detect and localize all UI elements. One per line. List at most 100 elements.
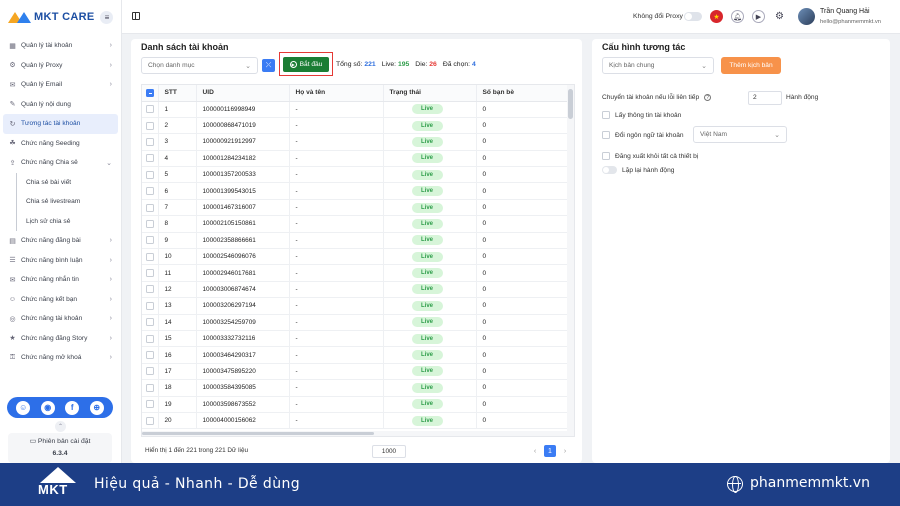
avatar[interactable] (798, 8, 815, 25)
row-select-cell[interactable] (142, 264, 159, 282)
table-row[interactable]: 8 100002105150861- Live 0 (142, 215, 569, 233)
sidebar-item-quan-ly-tai-khoan[interactable]: ▦ Quản lý tài khoản › (0, 36, 121, 56)
sidebar-item-tuong-tac-tai-khoan[interactable]: ↻ Tương tác tài khoản (3, 114, 118, 134)
row-select-cell[interactable] (142, 101, 159, 118)
select-all-checkbox[interactable] (146, 88, 154, 97)
table-row[interactable]: 4 100001284234182- Live 0 (142, 150, 569, 168)
col-uid[interactable]: UID (196, 85, 290, 102)
row-checkbox[interactable] (146, 154, 154, 163)
get-info-checkbox[interactable] (602, 111, 610, 119)
row-select-cell[interactable] (142, 150, 159, 168)
row-checkbox[interactable] (146, 187, 154, 196)
table-row[interactable]: 20 100004000156062- Live 0 (142, 412, 569, 430)
row-select-cell[interactable] (142, 396, 159, 413)
next-page-icon[interactable]: › (559, 445, 571, 457)
logout-checkbox[interactable] (602, 152, 610, 160)
gear-icon[interactable]: ⚙ (773, 10, 786, 23)
web-icon[interactable]: ⊕ (89, 400, 104, 415)
sidebar-item-quan-ly-proxy[interactable]: ⚙ Quản lý Proxy › (0, 56, 121, 76)
sidebar-item-chuc-nang-chia-se[interactable]: ⇪ Chức năng Chia sẻ ⌄ (0, 153, 121, 173)
submenu-item[interactable]: Lịch sử chia sẻ (17, 212, 121, 232)
table-row[interactable]: 16 100003464290317- Live 0 (142, 346, 569, 364)
table-row[interactable]: 10 100002546096076- Live 0 (142, 248, 569, 266)
table-row[interactable]: 18 100003584395085- Live 0 (142, 379, 569, 397)
row-checkbox[interactable] (146, 121, 154, 130)
menu-toggle-icon[interactable]: ≡ (100, 10, 114, 24)
col-name[interactable]: Họ và tên (289, 85, 384, 102)
table-row[interactable]: 7 100001467316007- Live 0 (142, 199, 569, 217)
table-row[interactable]: 17 100003475895220- Live 0 (142, 363, 569, 381)
table-row[interactable]: 1 100000116998949- Live 0 (142, 101, 569, 118)
prev-page-icon[interactable]: ‹ (529, 445, 541, 457)
row-checkbox[interactable] (146, 416, 154, 425)
sidebar-item-chuc-nang-nhan-tin[interactable]: ✉ Chức năng nhắn tin › (0, 270, 121, 290)
sidebar-item-chuc-nang-mo-khoa[interactable]: ⚿ Chức năng mở khoá › (0, 348, 121, 368)
row-checkbox[interactable] (146, 269, 154, 278)
table-row[interactable]: 9 100002358866661- Live 0 (142, 232, 569, 250)
row-checkbox[interactable] (146, 285, 154, 294)
row-select-cell[interactable] (142, 199, 159, 217)
sidebar-item-quan-ly-noi-dung[interactable]: ✎ Quản lý nội dung (0, 95, 121, 115)
table-row[interactable]: 13 100003206297194- Live 0 (142, 297, 569, 315)
table-row[interactable]: 15 100003332732116- Live 0 (142, 330, 569, 348)
row-select-cell[interactable] (142, 248, 159, 266)
submenu-item[interactable]: Chia sẻ bài viết (17, 173, 121, 193)
script-select[interactable]: Kịch bản chung ⌄ (602, 57, 714, 74)
row-select-cell[interactable] (142, 232, 159, 250)
sidebar-item-quan-ly-email[interactable]: ✉ Quản lý Email › (0, 75, 121, 95)
support-icon[interactable]: ☺ (16, 400, 31, 415)
vertical-scrollbar[interactable] (567, 85, 574, 436)
row-select-cell[interactable] (142, 346, 159, 364)
row-checkbox[interactable] (146, 318, 154, 327)
table-row[interactable]: 5 100001357200533- Live 0 (142, 166, 569, 184)
row-checkbox[interactable] (146, 252, 154, 261)
vertical-scroll-thumb[interactable] (568, 89, 573, 119)
table-row[interactable]: 12 100003006874674- Live 0 (142, 281, 569, 299)
collapse-up-icon[interactable]: ⌃ (55, 421, 66, 432)
error-count-input[interactable]: 2 (748, 91, 782, 105)
horizontal-scrollbar[interactable] (142, 431, 569, 436)
row-checkbox[interactable] (146, 301, 154, 310)
filter-button[interactable]: ⤫ (262, 59, 275, 72)
play-icon[interactable]: ▶ (752, 10, 765, 23)
sidebar-item-chuc-nang-ket-ban[interactable]: ☺ Chức năng kết bạn › (0, 290, 121, 310)
vietnam-flag-icon[interactable]: ★ (710, 10, 723, 23)
row-select-cell[interactable] (142, 297, 159, 315)
row-select-cell[interactable] (142, 166, 159, 184)
submenu-item[interactable]: Chia sẻ livestream (17, 192, 121, 212)
row-select-cell[interactable] (142, 215, 159, 233)
current-page[interactable]: 1 (544, 445, 556, 457)
help-icon[interactable]: ? (704, 94, 712, 101)
row-checkbox[interactable] (146, 334, 154, 343)
page-size-input[interactable]: 1000 (372, 445, 406, 458)
row-select-cell[interactable] (142, 117, 159, 135)
sidebar-item-chuc-nang-binh-luan[interactable]: ☰ Chức năng bình luận › (0, 251, 121, 271)
proxy-toggle[interactable] (684, 12, 702, 21)
start-button[interactable]: ▶ Bắt đầu (283, 56, 329, 72)
row-checkbox[interactable] (146, 351, 154, 360)
messenger-icon[interactable]: ◉ (40, 400, 55, 415)
select-all-cell[interactable] (142, 85, 159, 102)
change-language-checkbox[interactable] (602, 131, 610, 139)
row-checkbox[interactable] (146, 203, 154, 212)
col-stt[interactable]: STT (158, 85, 197, 102)
col-friends[interactable]: Số bạn bè (476, 85, 569, 102)
row-select-cell[interactable] (142, 133, 159, 151)
language-select[interactable]: Việt Nam ⌄ (693, 126, 787, 143)
row-select-cell[interactable] (142, 379, 159, 397)
sidebar-item-chuc-nang-tai-khoan[interactable]: ◎ Chức năng tài khoản › (0, 309, 121, 329)
row-checkbox[interactable] (146, 400, 154, 409)
row-checkbox[interactable] (146, 170, 154, 179)
table-row[interactable]: 19 100003598673552- Live 0 (142, 396, 569, 413)
row-checkbox[interactable] (146, 219, 154, 228)
row-checkbox[interactable] (146, 367, 154, 376)
row-select-cell[interactable] (142, 182, 159, 200)
row-select-cell[interactable] (142, 363, 159, 381)
facebook-icon[interactable]: f (65, 400, 80, 415)
row-select-cell[interactable] (142, 330, 159, 348)
horizontal-scroll-thumb[interactable] (142, 432, 374, 435)
row-checkbox[interactable] (146, 236, 154, 245)
sidebar-item-chuc-nang-seeding[interactable]: ☘ Chức năng Seeding (0, 134, 121, 154)
bell-icon[interactable]: 🔔︎ (731, 10, 744, 23)
table-row[interactable]: 11 100002946017681- Live 0 (142, 264, 569, 282)
